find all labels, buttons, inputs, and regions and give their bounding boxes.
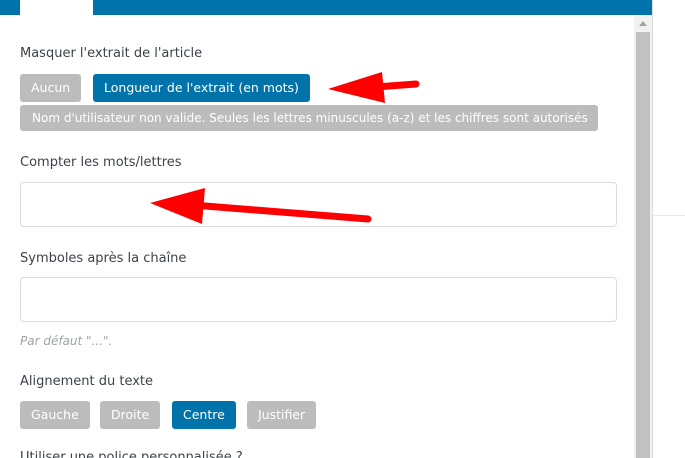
align-left-button[interactable]: Gauche xyxy=(20,401,90,429)
symbols-label: Symboles après la chaîne xyxy=(20,251,187,266)
align-right-button[interactable]: Droite xyxy=(100,401,161,429)
excerpt-option-length-button[interactable]: Longueur de l'extrait (en mots) xyxy=(93,74,310,102)
align-center-button[interactable]: Centre xyxy=(172,401,236,429)
count-label: Compter les mots/lettres xyxy=(20,155,182,170)
custom-font-label: Utiliser une police personnalisée ? xyxy=(20,450,243,458)
validation-message: Nom d'utilisateur non valide. Seules les… xyxy=(20,105,598,131)
background-divider xyxy=(653,215,685,216)
symbols-hint: Par défaut "...". xyxy=(20,334,113,348)
excerpt-label: Masquer l'extrait de l'article xyxy=(20,46,203,61)
count-input[interactable] xyxy=(20,182,617,227)
align-justify-button[interactable]: Justifier xyxy=(247,401,317,429)
align-label: Alignement du texte xyxy=(20,374,154,389)
settings-panel: Masquer l'extrait de l'article Aucun Lon… xyxy=(0,0,653,458)
scroll-up-arrow-icon[interactable] xyxy=(634,15,652,32)
symbols-input[interactable] xyxy=(20,277,617,322)
panel-header-bar xyxy=(0,0,652,15)
scrollbar-thumb[interactable] xyxy=(636,32,650,458)
active-tab[interactable] xyxy=(20,0,93,15)
excerpt-option-none-button[interactable]: Aucun xyxy=(20,74,82,102)
